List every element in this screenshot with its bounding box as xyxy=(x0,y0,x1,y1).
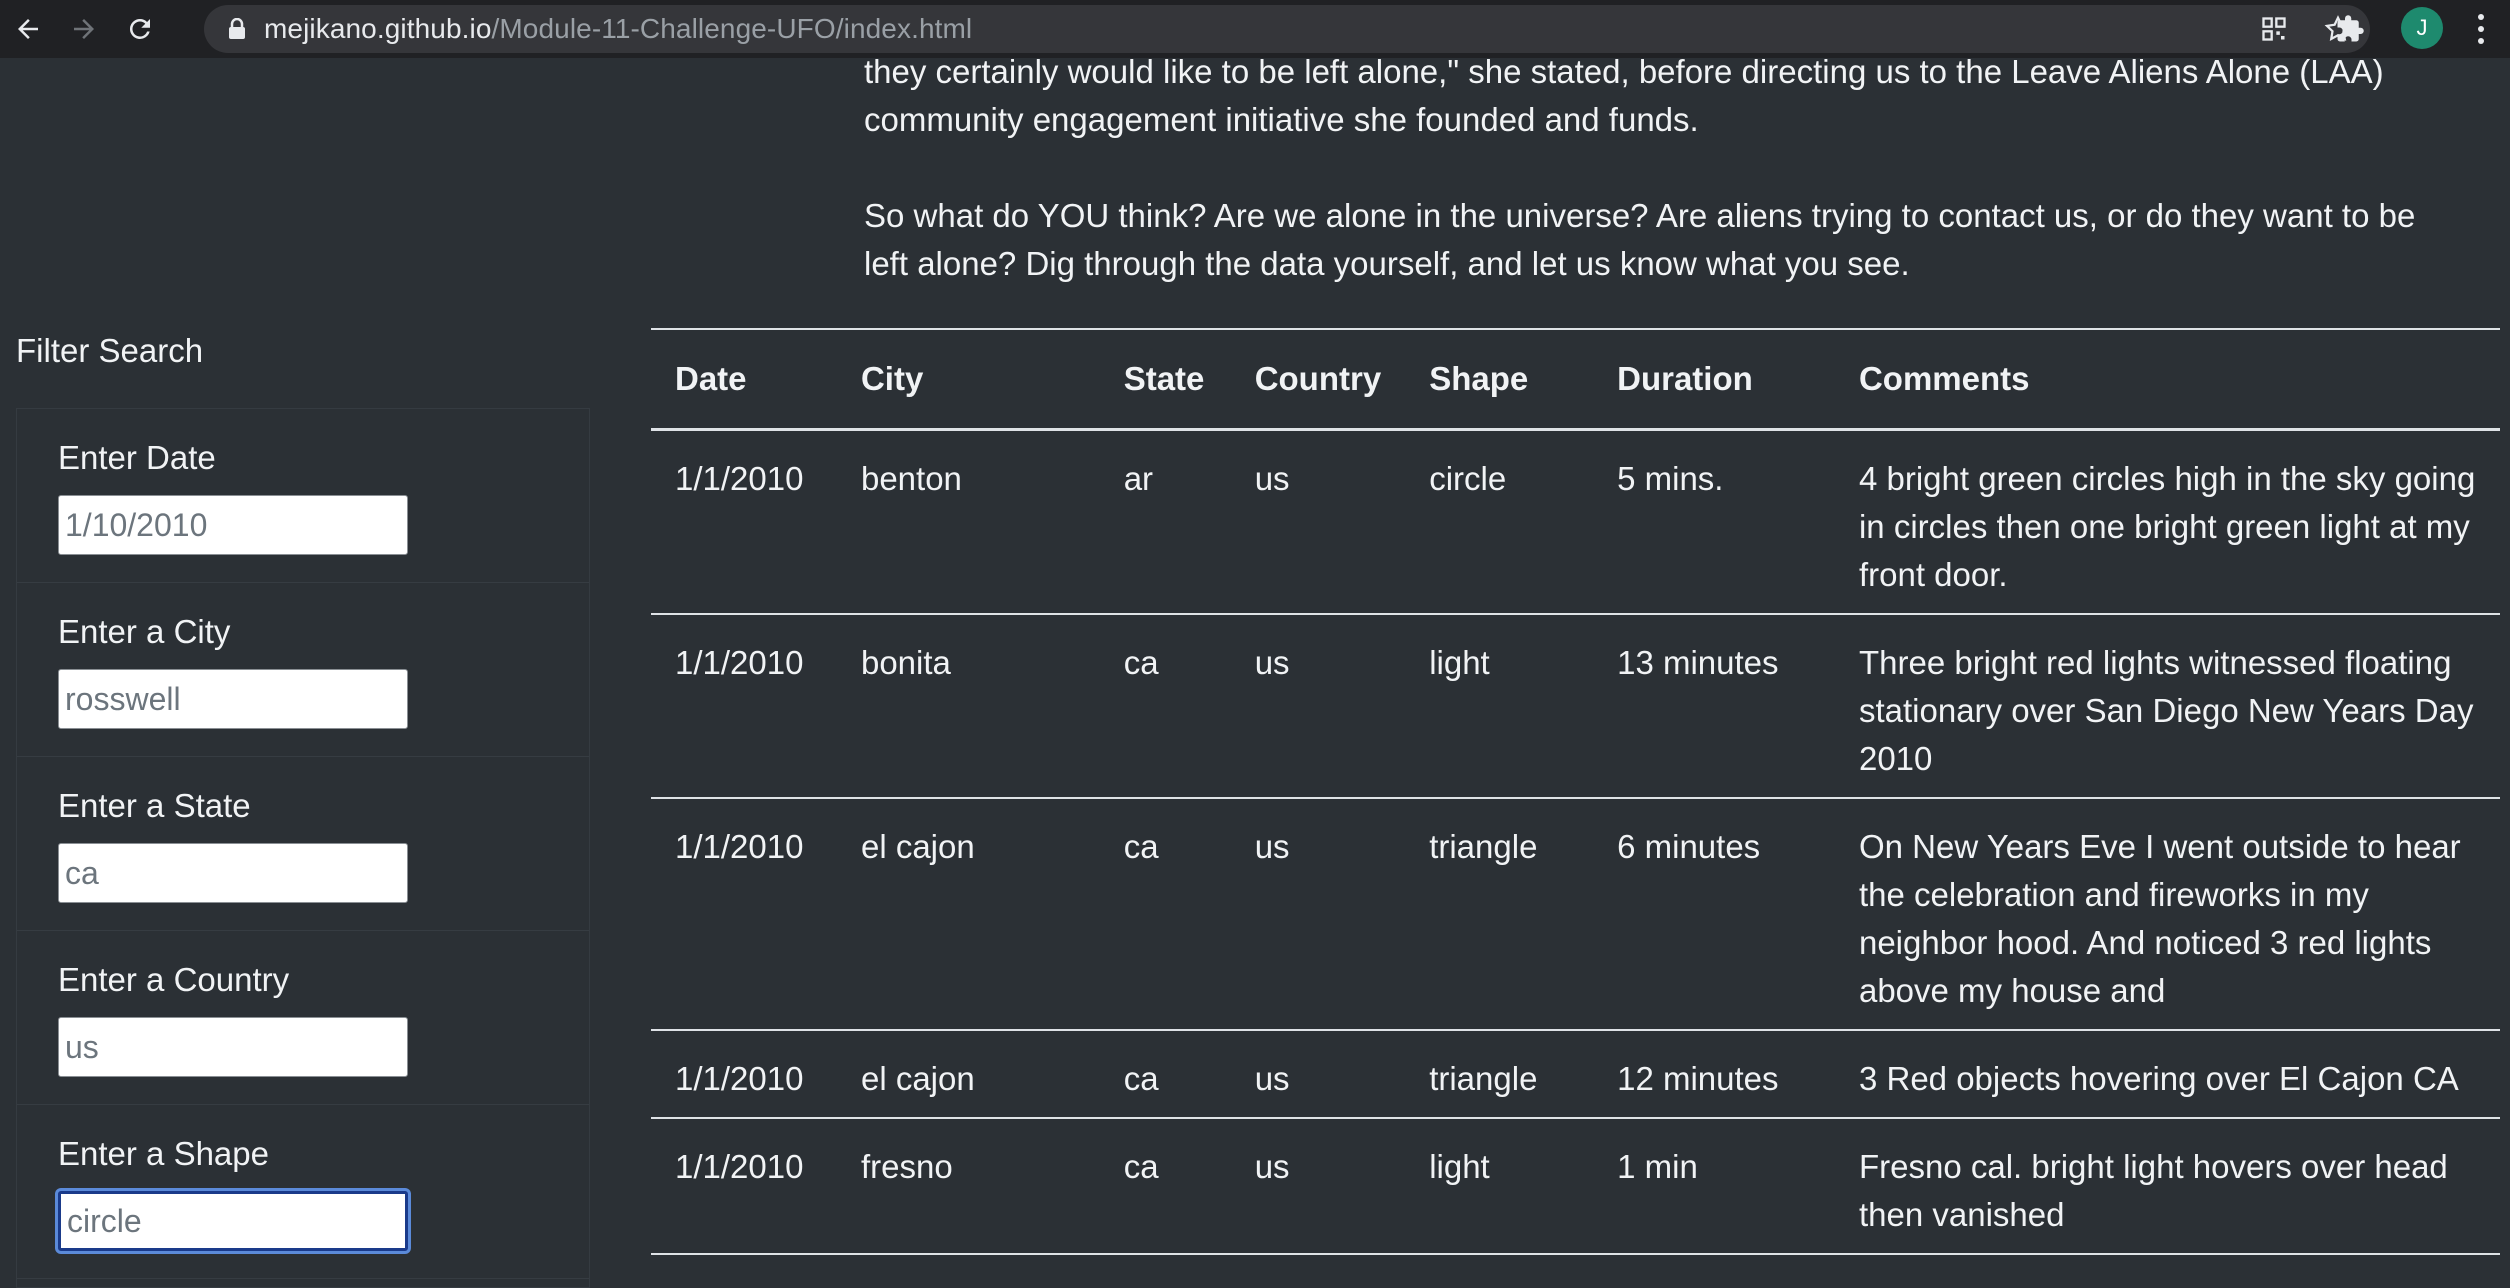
cell-duration: 6 minutes xyxy=(1617,827,1761,865)
cell-comments: Fresno cal. bright light hovers over hea… xyxy=(1858,1147,2448,1233)
country-filter-input[interactable] xyxy=(58,1017,408,1077)
column-header-country: Country xyxy=(1254,359,1382,397)
cell-country: us xyxy=(1254,459,1290,497)
intro-article: they certainly would like to be left alo… xyxy=(864,53,2454,336)
cell-state: ca xyxy=(1123,643,1159,681)
table-row: 1/1/2010 benton ar us circle 5 mins. 4 b… xyxy=(651,429,2500,614)
cell-state: ar xyxy=(1123,459,1154,497)
table-row: 1/1/2010 fresno ca us light 1 min Fresno… xyxy=(651,1118,2500,1254)
url-path: /Module-11-Challenge-UFO/index.html xyxy=(491,13,973,44)
cell-state: ca xyxy=(1123,827,1159,865)
cell-shape: circle xyxy=(1429,459,1507,497)
ufo-sightings-table: Date City State Country Shape Duration C… xyxy=(651,328,2500,1255)
city-filter-input[interactable] xyxy=(58,669,408,729)
cell-comments: 4 bright green circles high in the sky g… xyxy=(1858,459,2476,593)
filter-item-state: Enter a State xyxy=(17,757,589,931)
url-text[interactable]: mejikano.github.io/Module-11-Challenge-U… xyxy=(264,13,972,45)
table-row: 1/1/2010 el cajon ca us triangle 12 minu… xyxy=(651,1030,2500,1118)
cell-country: us xyxy=(1254,1059,1290,1097)
browser-menu-icon[interactable] xyxy=(2466,10,2496,48)
cell-shape: light xyxy=(1429,1147,1490,1185)
cell-city: benton xyxy=(860,459,962,497)
cell-date: 1/1/2010 xyxy=(675,1059,804,1097)
address-bar[interactable]: mejikano.github.io/Module-11-Challenge-U… xyxy=(204,5,2370,53)
date-filter-label: Enter Date xyxy=(58,439,216,476)
country-filter-label: Enter a Country xyxy=(58,961,290,998)
cell-state: ca xyxy=(1123,1059,1159,1097)
column-header-comments: Comments xyxy=(1858,359,2030,397)
column-header-city: City xyxy=(860,359,924,397)
qr-code-icon[interactable] xyxy=(2242,5,2306,53)
cell-state: ca xyxy=(1123,1147,1159,1185)
filter-item-date: Enter Date xyxy=(17,409,589,583)
lock-icon xyxy=(229,18,245,39)
cell-comments: 3 Red objects hovering over El Cajon CA xyxy=(1858,1059,2459,1097)
cell-city: fresno xyxy=(860,1147,953,1185)
cell-shape: light xyxy=(1429,643,1490,681)
column-header-state: State xyxy=(1123,359,1205,397)
state-filter-input[interactable] xyxy=(58,843,408,903)
table-body: 1/1/2010 benton ar us circle 5 mins. 4 b… xyxy=(651,429,2500,1254)
ufo-table-container: Date City State Country Shape Duration C… xyxy=(651,328,2500,1255)
cell-comments: Three bright red lights witnessed floati… xyxy=(1858,643,2474,777)
column-header-shape: Shape xyxy=(1429,359,1529,397)
cell-city: el cajon xyxy=(860,827,975,865)
profile-avatar[interactable]: J xyxy=(2401,7,2443,49)
cell-duration: 13 minutes xyxy=(1617,643,1779,681)
table-row: 1/1/2010 bonita ca us light 13 minutes T… xyxy=(651,614,2500,798)
reload-button[interactable] xyxy=(112,0,168,58)
cell-country: us xyxy=(1254,827,1290,865)
cell-country: us xyxy=(1254,1147,1290,1185)
table-header: Date City State Country Shape Duration C… xyxy=(651,329,2500,429)
cell-date: 1/1/2010 xyxy=(675,459,804,497)
intro-paragraph: So what do YOU think? Are we alone in th… xyxy=(864,197,2416,282)
cell-city: el cajon xyxy=(860,1059,975,1097)
cell-shape: triangle xyxy=(1429,1059,1538,1097)
shape-filter-input[interactable] xyxy=(58,1191,408,1251)
column-header-date: Date xyxy=(675,359,747,397)
cell-duration: 12 minutes xyxy=(1617,1059,1779,1097)
state-filter-label: Enter a State xyxy=(58,787,251,824)
cell-city: bonita xyxy=(860,643,951,681)
intro-paragraph: they certainly would like to be left alo… xyxy=(864,53,2384,138)
forward-arrow-icon xyxy=(74,19,94,39)
cell-shape: triangle xyxy=(1429,827,1538,865)
cell-comments: On New Years Eve I went outside to hear … xyxy=(1858,827,2461,1009)
extensions-puzzle-icon[interactable] xyxy=(2330,10,2370,48)
cell-duration: 1 min xyxy=(1617,1147,1698,1185)
filter-item-shape: Enter a Shape xyxy=(17,1105,589,1279)
cell-date: 1/1/2010 xyxy=(675,643,804,681)
cell-date: 1/1/2010 xyxy=(675,827,804,865)
table-row: 1/1/2010 el cajon ca us triangle 6 minut… xyxy=(651,798,2500,1030)
date-filter-input[interactable] xyxy=(58,495,408,555)
filter-panel: Enter Date Enter a City Enter a State En… xyxy=(16,408,590,1288)
shape-filter-label: Enter a Shape xyxy=(58,1135,269,1172)
back-arrow-icon xyxy=(18,19,38,39)
cell-duration: 5 mins. xyxy=(1617,459,1724,497)
filter-item-country: Enter a Country xyxy=(17,931,589,1105)
filter-search-title: Filter Search xyxy=(16,332,204,369)
cell-date: 1/1/2010 xyxy=(675,1147,804,1185)
city-filter-label: Enter a City xyxy=(58,613,231,650)
forward-button[interactable] xyxy=(56,0,112,58)
page-content: they certainly would like to be left alo… xyxy=(0,53,2510,1288)
url-host: mejikano.github.io xyxy=(264,13,492,44)
column-header-duration: Duration xyxy=(1617,359,1753,397)
back-button[interactable] xyxy=(0,0,56,58)
filter-item-city: Enter a City xyxy=(17,583,589,757)
header-row: Date City State Country Shape Duration C… xyxy=(651,329,2500,429)
reload-icon xyxy=(129,18,150,39)
cell-country: us xyxy=(1254,643,1290,681)
